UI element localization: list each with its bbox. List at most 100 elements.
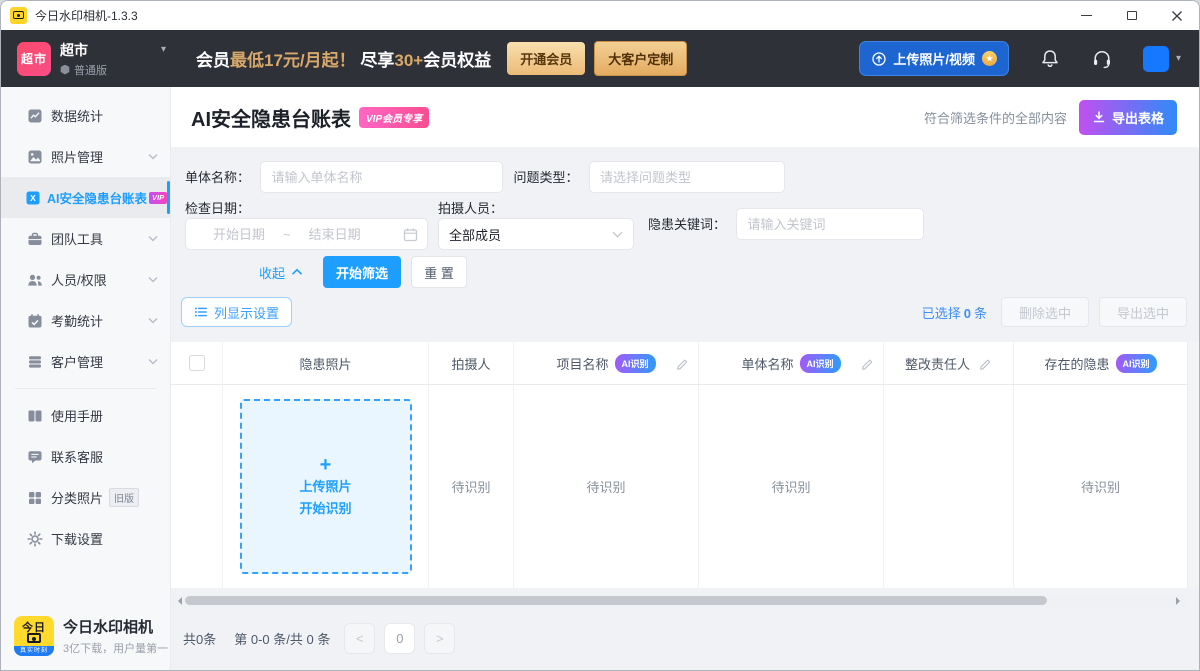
chevron-up-icon bbox=[291, 268, 303, 276]
range-info: 第 0-0 条/共 0 条 bbox=[234, 629, 330, 648]
hazard-table: 隐患照片 拍摄人 项目名称 AI识别 单体名称 AI识别 整改责任人 bbox=[171, 342, 1199, 588]
briefcase-icon bbox=[27, 231, 43, 247]
export-selected-button[interactable]: 导出选中 bbox=[1099, 297, 1187, 327]
next-page-button[interactable]: > bbox=[424, 623, 455, 654]
date-range-picker[interactable]: ~ bbox=[185, 218, 428, 250]
column-settings-button[interactable]: 列显示设置 bbox=[181, 297, 292, 327]
download-icon bbox=[1092, 110, 1106, 124]
bell-icon bbox=[1039, 48, 1061, 70]
open-vip-button[interactable]: 开通会员 bbox=[507, 42, 585, 75]
select-all-checkbox[interactable] bbox=[189, 355, 205, 371]
sidebar-item-ai-hazard-ledger[interactable]: X AI安全隐患台账表 VIP bbox=[1, 177, 170, 218]
maximize-button[interactable] bbox=[1109, 1, 1154, 30]
app-header: 超市 超市 ▾ 普通版 会员最低17元/月起！ 尽享30+会员权益 开通会员 大… bbox=[1, 30, 1199, 87]
hazard-keyword-input[interactable] bbox=[736, 208, 924, 240]
vertical-scrollbar[interactable] bbox=[1187, 342, 1199, 588]
minimize-icon bbox=[1081, 15, 1092, 16]
hazard-keyword-label: 隐患关键词： bbox=[648, 217, 726, 232]
sidebar-divider bbox=[15, 388, 156, 389]
delete-selected-button[interactable]: 删除选中 bbox=[1001, 297, 1089, 327]
sidebar-item-classified-photos[interactable]: 分类照片 旧版 bbox=[1, 477, 170, 518]
support-button[interactable] bbox=[1091, 48, 1113, 70]
app-logo-icon bbox=[10, 7, 27, 24]
photographer-select[interactable]: 全部成员 bbox=[438, 218, 634, 250]
table-row: + 上传照片 开始识别 待识别 待识别 待识别 待识别 bbox=[171, 385, 1187, 588]
sidebar-item-customer-mgmt[interactable]: 客户管理 bbox=[1, 341, 170, 382]
export-table-button[interactable]: 导出表格 bbox=[1079, 100, 1177, 135]
col-photographer: 拍摄人 bbox=[429, 342, 514, 384]
horizontal-scrollbar bbox=[171, 594, 1187, 607]
chevron-down-icon bbox=[612, 231, 623, 238]
col-existing-hazards: 存在的隐患 AI识别 bbox=[1014, 342, 1187, 384]
brand-name: 今日水印相机 bbox=[63, 616, 168, 637]
main-content: AI安全隐患台账表 VIP会员专享 符合筛选条件的全部内容 导出表格 单体名称：… bbox=[171, 87, 1199, 670]
sidebar-item-photo-mgmt[interactable]: 照片管理 bbox=[1, 136, 170, 177]
list-settings-icon bbox=[194, 305, 208, 319]
enterprise-custom-button[interactable]: 大客户定制 bbox=[594, 41, 687, 76]
plus-icon: + bbox=[320, 454, 332, 476]
rectifier-cell bbox=[884, 385, 1014, 588]
old-version-badge: 旧版 bbox=[109, 488, 139, 507]
team-selector[interactable]: 超市 ▾ 普通版 bbox=[60, 40, 166, 78]
close-button[interactable] bbox=[1154, 1, 1199, 30]
unit-name-input[interactable] bbox=[260, 161, 503, 193]
sidebar-item-data-stats[interactable]: 数据统计 bbox=[1, 95, 170, 136]
collapse-filters-link[interactable]: 收起 bbox=[259, 263, 303, 282]
upload-photo-dropzone[interactable]: + 上传照片 开始识别 bbox=[240, 399, 412, 574]
start-filter-button[interactable]: 开始筛选 bbox=[323, 256, 401, 288]
sidebar-item-label: 数据统计 bbox=[51, 106, 103, 125]
upload-photo-video-button[interactable]: 上传照片/视频 ★ bbox=[859, 41, 1009, 76]
edit-pencil-icon[interactable] bbox=[860, 356, 874, 370]
sidebar-item-contact-support[interactable]: 联系客服 bbox=[1, 436, 170, 477]
total-count: 共0条 bbox=[183, 629, 216, 648]
page-number-button[interactable]: 0 bbox=[384, 623, 415, 654]
sidebar-item-label: 下载设置 bbox=[51, 529, 103, 548]
filter-panel: 单体名称： 问题类型： 检查日期： ~ bbox=[171, 147, 1199, 288]
edit-pencil-icon[interactable] bbox=[978, 356, 992, 370]
sidebar-item-members-permissions[interactable]: 人员/权限 bbox=[1, 259, 170, 300]
vip-coin-icon: ★ bbox=[982, 51, 997, 66]
end-date-input[interactable] bbox=[291, 227, 379, 242]
sidebar-item-team-tools[interactable]: 团队工具 bbox=[1, 218, 170, 259]
table-header-row: 隐患照片 拍摄人 项目名称 AI识别 单体名称 AI识别 整改责任人 bbox=[171, 342, 1187, 385]
sidebar-item-attendance-stats[interactable]: 考勤统计 bbox=[1, 300, 170, 341]
existing-hazards-cell: 待识别 bbox=[1014, 385, 1187, 588]
scroll-left-arrow[interactable] bbox=[174, 597, 182, 605]
inspect-date-label: 检查日期： bbox=[185, 201, 250, 216]
header-checkbox-cell bbox=[171, 342, 223, 384]
ai-recognition-badge: AI识别 bbox=[615, 354, 656, 373]
reset-button[interactable]: 重 置 bbox=[411, 256, 467, 288]
chart-icon bbox=[27, 108, 43, 124]
hazard-photo-cell: + 上传照片 开始识别 bbox=[223, 385, 429, 588]
sidebar-item-label: 照片管理 bbox=[51, 147, 103, 166]
user-menu[interactable]: ▾ bbox=[1143, 46, 1181, 72]
scrollbar-thumb[interactable] bbox=[185, 596, 1047, 605]
chevron-down-icon bbox=[148, 317, 158, 324]
sidebar-item-user-manual[interactable]: 使用手册 bbox=[1, 395, 170, 436]
ai-recognition-badge: AI识别 bbox=[800, 354, 841, 373]
close-icon bbox=[1171, 10, 1183, 22]
sidebar-item-download-settings[interactable]: 下载设置 bbox=[1, 518, 170, 559]
minimize-button[interactable] bbox=[1064, 1, 1109, 30]
headset-icon bbox=[1091, 48, 1113, 70]
edit-pencil-icon[interactable] bbox=[675, 356, 689, 370]
issue-type-select[interactable] bbox=[589, 161, 785, 193]
scroll-right-arrow[interactable] bbox=[1176, 597, 1184, 605]
sidebar-item-label: AI安全隐患台账表 bbox=[47, 188, 147, 207]
start-date-input[interactable] bbox=[195, 227, 283, 242]
svg-text:X: X bbox=[30, 193, 36, 203]
team-plan: 普通版 bbox=[74, 62, 107, 78]
notifications-button[interactable] bbox=[1039, 48, 1061, 70]
users-icon bbox=[27, 272, 43, 288]
selected-count-info: 已选择0条 bbox=[922, 303, 987, 322]
sidebar-item-label: 联系客服 bbox=[51, 447, 103, 466]
col-hazard-photo: 隐患照片 bbox=[223, 342, 429, 384]
unit-name-cell: 待识别 bbox=[699, 385, 884, 588]
page-title: AI安全隐患台账表 bbox=[191, 103, 351, 132]
prev-page-button[interactable]: < bbox=[344, 623, 375, 654]
sidebar-item-label: 客户管理 bbox=[51, 352, 103, 371]
photographer-value: 全部成员 bbox=[449, 225, 501, 244]
photo-icon bbox=[27, 149, 43, 165]
team-badge: 超市 bbox=[17, 42, 51, 76]
pagination: 共0条 第 0-0 条/共 0 条 < 0 > bbox=[183, 623, 1199, 654]
